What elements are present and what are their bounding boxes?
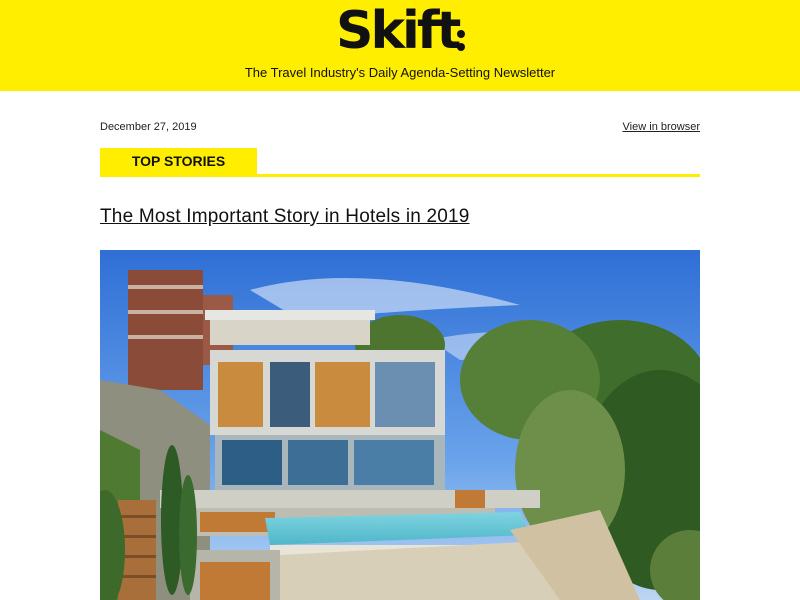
story-hero-image[interactable] <box>100 250 700 600</box>
story-headline-link[interactable]: The Most Important Story in Hotels in 20… <box>100 206 470 228</box>
view-in-browser-link[interactable]: View in browser <box>623 121 700 133</box>
issue-date: December 27, 2019 <box>100 121 197 133</box>
header-tagline: The Travel Industry's Daily Agenda-Setti… <box>244 65 556 80</box>
logo-dot-icon <box>457 43 465 51</box>
section-divider <box>100 174 700 177</box>
section-label: TOP STORIES <box>100 148 257 175</box>
logo-wordmark: Skift <box>336 1 461 61</box>
skift-logo[interactable]: Skift <box>336 1 466 61</box>
header-banner: Skift The Travel Industry's Daily Agenda… <box>0 0 800 91</box>
logo-dot-icon <box>457 30 465 38</box>
